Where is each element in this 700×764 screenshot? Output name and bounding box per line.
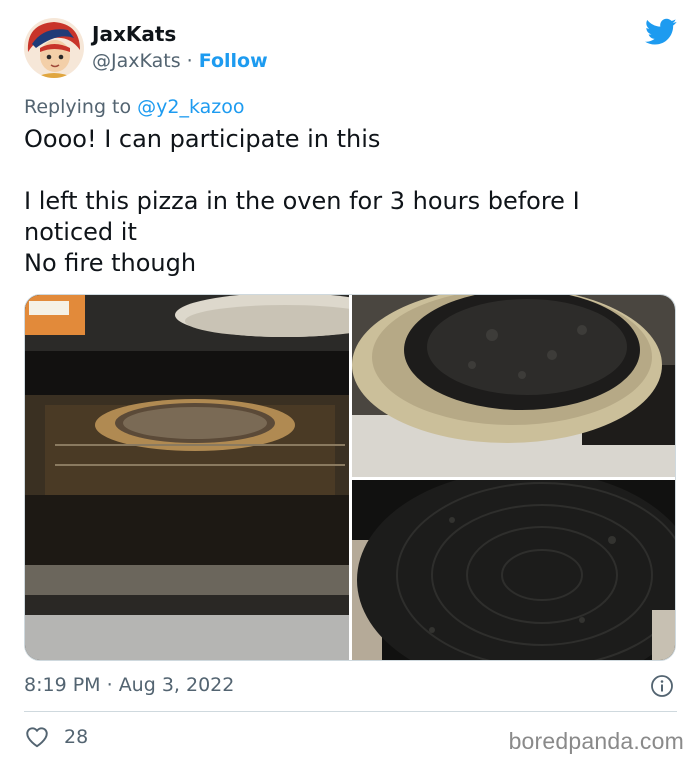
media-grid (24, 294, 676, 661)
avatar[interactable] (24, 18, 84, 78)
photo-burnt-pizza-closeup[interactable] (352, 480, 675, 660)
reply-mention-link[interactable]: @y2_kazoo (137, 96, 244, 118)
handle-separator: · (180, 50, 199, 72)
like-count: 28 (64, 726, 89, 748)
photo-oven[interactable] (25, 295, 349, 660)
avatar-image (24, 18, 84, 78)
photo-burnt-pizza-pan[interactable] (352, 295, 675, 477)
author-handle[interactable]: @JaxKats (92, 50, 181, 72)
tweet-line: I left this pizza in the oven for 3 hour… (24, 187, 580, 246)
tweet-time[interactable]: 8:19 PM (24, 674, 101, 696)
follow-button[interactable]: Follow (199, 50, 268, 72)
timestamp-separator: · (100, 674, 119, 696)
tweet-text: Oooo! I can participate in this I left t… (24, 124, 674, 279)
author-name[interactable]: JaxKats (92, 22, 176, 46)
tweet-line (24, 155, 674, 186)
info-icon[interactable] (650, 674, 674, 698)
heart-icon (26, 727, 48, 748)
tweet-date[interactable]: Aug 3, 2022 (119, 674, 235, 696)
watermark: boredpanda.com (508, 728, 684, 754)
like-button[interactable]: 28 (24, 724, 88, 750)
tweet-line: No fire though (24, 249, 197, 277)
author-handle-row: @JaxKats · Follow (92, 50, 268, 72)
tweet-line: Oooo! I can participate in this (24, 125, 381, 153)
twitter-bird-icon[interactable] (645, 18, 677, 46)
replying-to-prefix: Replying to (24, 96, 138, 118)
divider (24, 711, 677, 712)
replying-to: Replying to @y2_kazoo (24, 96, 245, 118)
tweet-timestamp: 8:19 PM · Aug 3, 2022 (24, 674, 234, 696)
